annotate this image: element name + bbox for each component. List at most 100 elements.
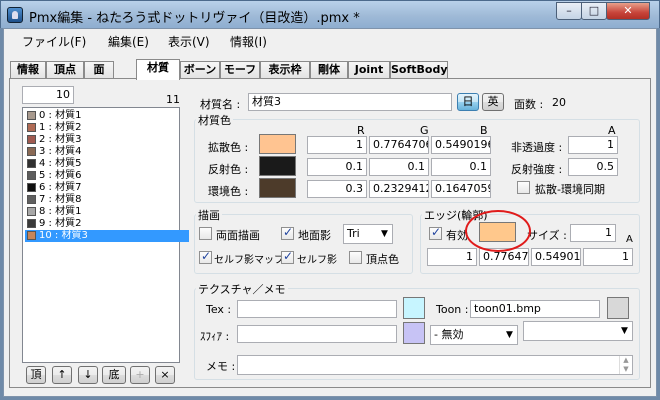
specular-r-input[interactable]: 0.1	[307, 158, 367, 176]
list-item-label: 1 : 材質2	[39, 122, 82, 133]
tex-path-input[interactable]	[237, 300, 397, 318]
diffuse-ambient-sync-label: 拡散-環境同期	[535, 183, 605, 196]
list-item[interactable]: 8 : 材質1	[25, 206, 189, 218]
list-item-label: 7 : 材質8	[39, 194, 82, 205]
edge-size-input[interactable]: 1	[570, 224, 616, 242]
list-item[interactable]: 2 : 材質3	[25, 134, 189, 146]
sphere-path-input[interactable]	[237, 325, 397, 343]
menu-edit[interactable]: 編集(E)	[108, 33, 149, 50]
ambient-g-input[interactable]: 0.2329412	[369, 180, 429, 198]
opacity-input[interactable]: 1	[568, 136, 618, 154]
ambient-label: 環境色 :	[208, 185, 249, 198]
edge-enabled-checkbox[interactable]	[429, 225, 442, 240]
move-top-button[interactable]: 頂	[26, 366, 46, 384]
list-item[interactable]: 6 : 材質7	[25, 182, 189, 194]
minimize-button[interactable]: –	[556, 2, 582, 20]
opacity-label: 非透過度 :	[511, 141, 563, 154]
list-item[interactable]: 5 : 材質6	[25, 170, 189, 182]
list-item-label: 9 : 材質2	[39, 218, 82, 229]
self-shadow-checkbox[interactable]	[281, 249, 294, 264]
window-title: Pmx編集 - ねたろう式ドットリヴァイ（目改造）.pmx *	[29, 11, 360, 26]
material-list[interactable]: 0 : 材質1 1 : 材質2 2 : 材質3 3 : 材質4 4 : 材質5 …	[22, 107, 189, 363]
tab-joint[interactable]: Joint	[348, 61, 390, 79]
add-material-button[interactable]: +	[130, 366, 150, 384]
edge-b-input[interactable]: 0.549019	[531, 248, 581, 266]
diffuse-r-input[interactable]: 1	[307, 136, 367, 154]
sphere-secondary-select[interactable]: ▼	[523, 321, 633, 341]
primitive-select-value: Tri	[347, 227, 360, 240]
tab-rigid-body[interactable]: 剛体	[310, 61, 348, 79]
ground-shadow-checkbox[interactable]	[281, 225, 294, 240]
tab-display-frame[interactable]: 表示枠	[260, 61, 310, 79]
specular-g-input[interactable]: 0.1	[369, 158, 429, 176]
tab-info[interactable]: 情報	[10, 61, 46, 79]
tex-label: Tex :	[206, 303, 232, 316]
double-sided-label: 両面描画	[216, 229, 260, 242]
annotation-circle	[465, 210, 531, 252]
toon-color-swatch[interactable]	[607, 297, 629, 319]
move-down-button[interactable]: ↓	[78, 366, 98, 384]
list-item[interactable]: 3 : 材質4	[25, 146, 189, 158]
tex-color-swatch[interactable]	[403, 297, 425, 319]
material-name-label: 材質名 :	[200, 98, 241, 111]
ambient-swatch[interactable]	[259, 178, 296, 198]
tab-softbody[interactable]: SoftBody	[390, 61, 448, 79]
face-count-value: 20	[552, 96, 566, 109]
specular-b-input[interactable]: 0.1	[431, 158, 491, 176]
toon-label: Toon :	[436, 303, 469, 316]
toon-path-input[interactable]: toon01.bmp	[470, 300, 600, 318]
specular-power-label: 反射強度 :	[511, 163, 563, 176]
ambient-b-input[interactable]: 0.1647059	[431, 180, 491, 198]
diffuse-label: 拡散色 :	[208, 141, 249, 154]
memo-scrollbar[interactable]: ▲ ▼	[619, 356, 632, 374]
title-bar[interactable]: Pmx編集 - ねたろう式ドットリヴァイ（目改造）.pmx * – □ ✕	[0, 0, 660, 28]
lang-en-button[interactable]: 英	[482, 93, 504, 111]
edge-r-input[interactable]: 1	[427, 248, 477, 266]
delete-material-button[interactable]: ×	[155, 366, 175, 384]
lang-jp-button[interactable]: 日	[457, 93, 479, 111]
vertex-color-checkbox[interactable]	[349, 251, 362, 264]
diffuse-swatch[interactable]	[259, 134, 296, 154]
tab-face[interactable]: 面	[84, 61, 114, 79]
diffuse-g-input[interactable]: 0.7764706	[369, 136, 429, 154]
menu-view[interactable]: 表示(V)	[168, 33, 210, 50]
sphere-mode-select[interactable]: - 無効 ▼	[430, 325, 518, 345]
material-color-swatch	[27, 111, 36, 120]
menu-file[interactable]: ファイル(F)	[22, 33, 86, 50]
ambient-r-input[interactable]: 0.3	[307, 180, 367, 198]
material-name-input[interactable]: 材質3	[248, 93, 452, 111]
primitive-select[interactable]: Tri ▼	[343, 224, 393, 244]
list-item-label: 5 : 材質6	[39, 170, 82, 181]
specular-power-input[interactable]: 0.5	[568, 158, 618, 176]
list-item[interactable]: 7 : 材質8	[25, 194, 189, 206]
list-item-selected[interactable]: 10 : 材質3	[25, 230, 189, 242]
double-sided-checkbox[interactable]	[199, 227, 212, 240]
app-icon	[7, 7, 23, 23]
list-item[interactable]: 9 : 材質2	[25, 218, 189, 230]
material-color-swatch	[27, 207, 36, 216]
move-bottom-button[interactable]: 底	[102, 366, 126, 384]
tab-morph[interactable]: モーフ	[220, 61, 260, 79]
tab-bone[interactable]: ボーン	[180, 61, 220, 79]
material-index-input[interactable]: 10	[22, 86, 74, 104]
chevron-down-icon: ▼	[381, 229, 388, 239]
specular-swatch[interactable]	[259, 156, 296, 176]
material-color-swatch	[27, 147, 36, 156]
diffuse-ambient-sync-checkbox[interactable]	[517, 181, 530, 194]
list-item[interactable]: 0 : 材質1	[25, 110, 189, 122]
self-shadow-map-checkbox[interactable]	[199, 249, 212, 264]
sphere-color-swatch[interactable]	[403, 322, 425, 344]
close-button[interactable]: ✕	[606, 2, 650, 20]
list-item[interactable]: 4 : 材質5	[25, 158, 189, 170]
edge-a-input[interactable]: 1	[583, 248, 633, 266]
tab-vertex[interactable]: 頂点	[46, 61, 84, 79]
tab-material[interactable]: 材質	[136, 59, 180, 80]
diffuse-b-input[interactable]: 0.5490196	[431, 136, 491, 154]
menu-bar: ファイル(F) 編集(E) 表示(V) 情報(I)	[4, 29, 656, 51]
list-item[interactable]: 1 : 材質2	[25, 122, 189, 134]
maximize-button[interactable]: □	[581, 2, 607, 20]
menu-info[interactable]: 情報(I)	[230, 33, 267, 50]
memo-input[interactable]	[237, 355, 633, 375]
move-up-button[interactable]: ↑	[52, 366, 72, 384]
draw-group-title: 描画	[196, 207, 222, 223]
